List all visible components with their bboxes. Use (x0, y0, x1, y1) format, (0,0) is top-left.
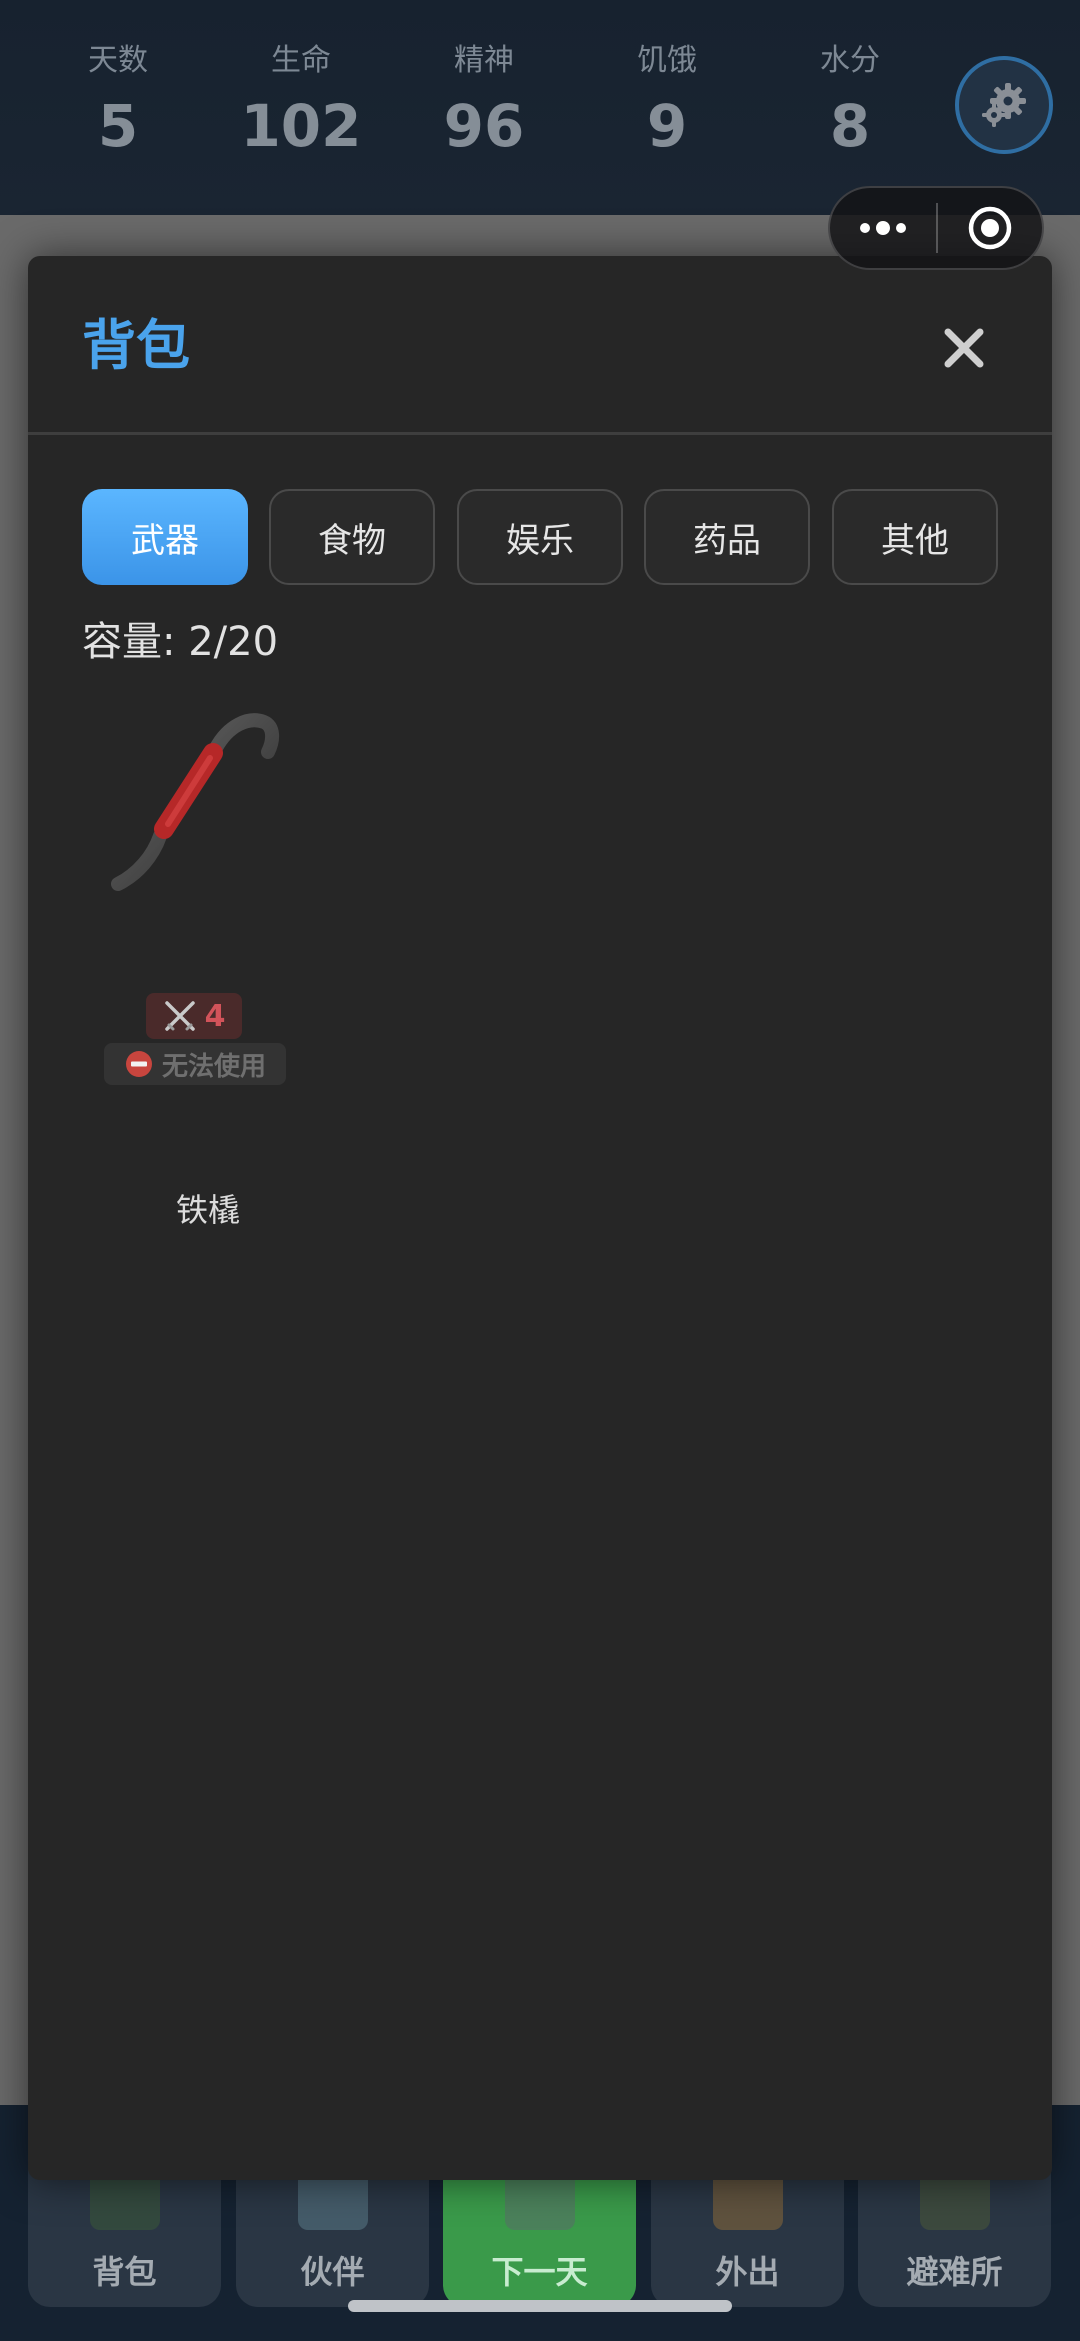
more-button[interactable] (830, 188, 936, 268)
stat-water: 水分 8 (760, 40, 940, 162)
modal-divider (28, 432, 1052, 435)
close-x-icon (944, 328, 984, 368)
stat-value: 96 (443, 92, 525, 160)
item-name: 铁橇 (175, 1191, 240, 1229)
tab-medicine[interactable]: 药品 (644, 489, 810, 585)
tab-entertainment[interactable]: 娱乐 (457, 489, 623, 585)
nav-label: 背包 (92, 2253, 157, 2291)
no-entry-icon (125, 1051, 152, 1077)
modal-close-button[interactable] (940, 324, 988, 372)
stat-label: 天数 (88, 43, 148, 78)
stat-label: 生命 (271, 43, 331, 78)
backpack-modal: 背包 武器 食物 娱乐 药品 其他 容量: 2/20 铁橇 4 无法使用 (28, 256, 1052, 2180)
tab-weapons[interactable]: 武器 (82, 489, 248, 585)
nav-label: 避难所 (906, 2253, 1003, 2291)
stat-health: 生命 102 (211, 40, 391, 162)
item-status: 无法使用 (161, 1051, 266, 1082)
crowbar-icon (111, 713, 280, 891)
home-indicator[interactable] (348, 2300, 732, 2312)
attack-badge: 4 (146, 993, 242, 1039)
tab-other[interactable]: 其他 (832, 489, 998, 585)
stat-value: 5 (97, 92, 139, 160)
screen: 天数 5 生命 102 精神 96 饥饿 9 水分 8 背包 伙伴 下一天 外出… (0, 0, 1080, 2341)
gear-icon (982, 83, 1026, 127)
stat-value: 102 (240, 92, 362, 160)
stat-label: 水分 (820, 43, 880, 78)
settings-button[interactable] (955, 56, 1053, 154)
unusable-badge: 无法使用 (104, 1043, 286, 1085)
stat-label: 饥饿 (637, 43, 697, 78)
modal-title: 背包 (82, 314, 190, 377)
stat-days: 天数 5 (28, 40, 208, 162)
nav-label: 下一天 (491, 2253, 588, 2291)
stat-value: 8 (829, 92, 871, 160)
stat-spirit: 精神 96 (394, 40, 574, 162)
target-circle-icon (968, 206, 1012, 250)
stat-hunger: 饥饿 9 (577, 40, 757, 162)
more-dots-icon (860, 221, 906, 235)
stat-label: 精神 (454, 43, 514, 78)
stat-value: 9 (646, 92, 688, 160)
nav-label: 外出 (715, 2253, 780, 2291)
stats-bar: 天数 5 生命 102 精神 96 饥饿 9 水分 8 (0, 0, 1080, 215)
attack-value: 4 (204, 998, 226, 1034)
miniprogram-capsule (828, 186, 1044, 270)
tab-food[interactable]: 食物 (269, 489, 435, 585)
exit-button[interactable] (938, 188, 1042, 268)
crossed-swords-icon (164, 1001, 195, 1031)
capacity-label: 容量: 2/20 (82, 619, 279, 665)
nav-label: 伙伴 (300, 2253, 365, 2291)
